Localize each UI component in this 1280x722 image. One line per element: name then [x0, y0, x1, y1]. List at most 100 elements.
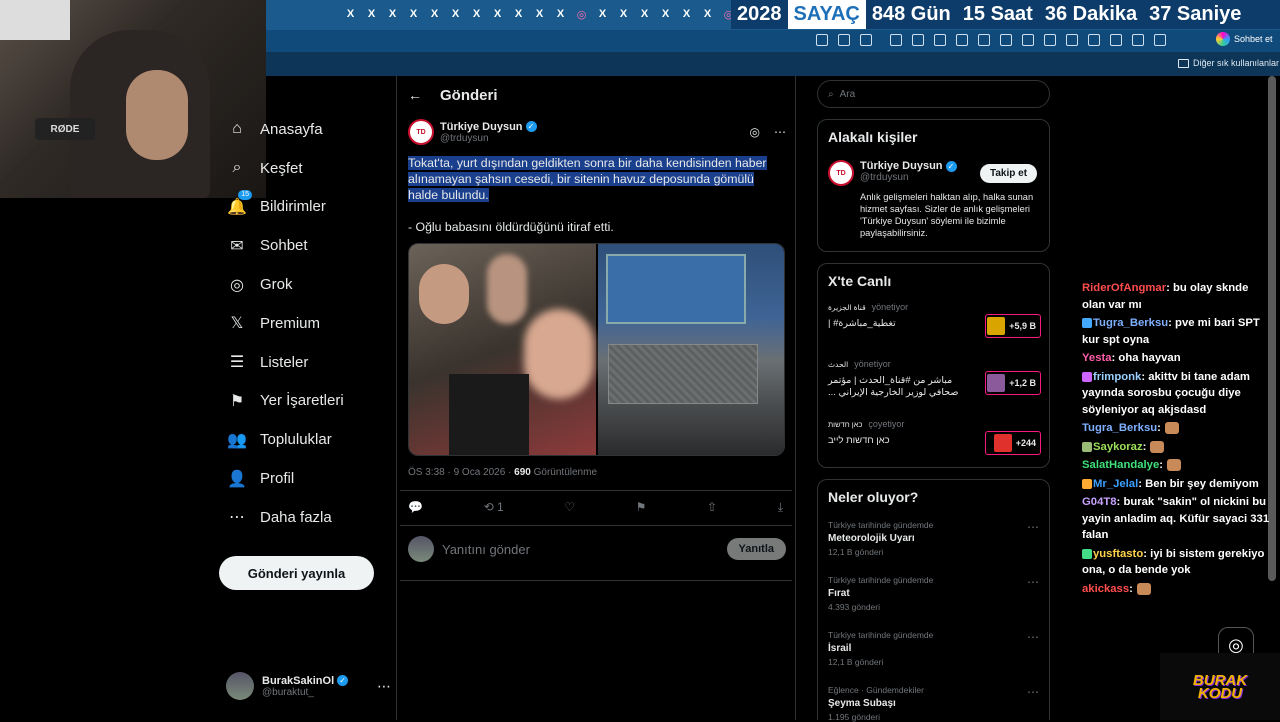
follow-button[interactable]: Takip et — [980, 164, 1038, 183]
share-icon[interactable]: ⇧ — [707, 500, 717, 515]
browser-tab[interactable]: X — [404, 4, 424, 24]
author-name[interactable]: Türkiye Duysun — [440, 121, 523, 133]
browser-tab[interactable]: ◎ — [572, 4, 592, 24]
nav-item-10[interactable]: ⋯ Daha fazla — [218, 498, 388, 537]
live-item[interactable]: כאן חדשות çoyetiyor כאן חדשות לייב +244 — [828, 419, 1041, 469]
toolbar-icon[interactable] — [934, 34, 946, 46]
nav-item-4[interactable]: ◎ Grok — [218, 265, 388, 304]
nav-item-6[interactable]: ☰ Listeler — [218, 343, 388, 382]
chat-username[interactable]: Tugra_Berksu — [1093, 317, 1168, 329]
chat-username[interactable]: Saykoraz — [1093, 441, 1143, 453]
nav-item-2[interactable]: 🔔 15 Bildirimler — [218, 188, 388, 227]
chat-separator: : — [1129, 582, 1133, 595]
browser-tab[interactable]: X — [362, 4, 382, 24]
toolbar-icon[interactable] — [1066, 34, 1078, 46]
copilot-chat-button[interactable]: Sohbet et — [1216, 32, 1273, 46]
toolbar-icon[interactable] — [956, 34, 968, 46]
toolbar-icon[interactable] — [1088, 34, 1100, 46]
nav-item-3[interactable]: ✉ Sohbet — [218, 226, 388, 265]
toolbar-icon[interactable] — [1022, 34, 1034, 46]
reply-input[interactable]: Yanıtını gönder — [442, 542, 530, 557]
counter-hours: 15 Saat — [962, 3, 1033, 25]
more-options-icon[interactable]: ⋯ — [774, 125, 786, 139]
toolbar-icon[interactable] — [860, 34, 872, 46]
trend-item[interactable]: Eğlence · Gündemdekiler Şeyma Subaşı 1.195… — [828, 685, 1038, 722]
other-bookmarks[interactable]: Diğer sık kullanılanlar — [1178, 58, 1279, 68]
more-icon[interactable]: ⋯ — [1027, 520, 1039, 534]
reply-icon[interactable]: 💬 — [408, 500, 423, 515]
nav-icon: ☰ — [229, 354, 245, 372]
toolbar-icon[interactable] — [1154, 34, 1166, 46]
live-item[interactable]: قناة الجزيرة yönetiyor تغطية_مباشرة# | +5,9… — [828, 302, 1041, 352]
browser-tab[interactable]: X — [467, 4, 487, 24]
browser-tab[interactable]: X — [614, 4, 634, 24]
live-thumbnail — [993, 434, 1012, 452]
browser-tab[interactable]: X — [593, 4, 613, 24]
toolbar-icon[interactable] — [838, 34, 850, 46]
account-switcher[interactable]: BurakSakinOl ✓ @buraktut_ ⋯ — [226, 672, 391, 700]
browser-tab[interactable]: X — [698, 4, 718, 24]
back-arrow-icon[interactable]: ← — [408, 87, 422, 103]
live-source: الحدث yönetiyor — [828, 359, 1041, 369]
live-title-text: تغطية_مباشرة# | — [828, 318, 896, 329]
like-icon[interactable]: ♡ — [564, 500, 575, 515]
related-bio: Anlık gelişmeleri halktan alıp, halka su… — [860, 192, 1034, 238]
chat-username[interactable]: yusftasto — [1093, 548, 1143, 560]
nav-item-0[interactable]: ⌂ Anasayfa — [218, 110, 388, 149]
chat-username[interactable]: akickass — [1082, 583, 1129, 595]
live-item[interactable]: الحدث yönetiyor مباشر من #قناة_الحدث | مؤت… — [828, 359, 1041, 409]
post-image-left[interactable] — [409, 244, 596, 455]
toolbar-icon[interactable] — [1000, 34, 1012, 46]
nav-item-7[interactable]: ⚑ Yer İşaretleri — [218, 382, 388, 421]
trend-item[interactable]: Türkiye tarihinde gündemde Meteorolojik U… — [828, 520, 1038, 557]
browser-tab[interactable]: X — [446, 4, 466, 24]
post-button[interactable]: Gönderi yayınla — [219, 556, 374, 590]
browser-tab[interactable]: X — [488, 4, 508, 24]
browser-tab[interactable]: X — [635, 4, 655, 24]
chat-username[interactable]: SalatHandalye — [1082, 459, 1159, 471]
chat-username[interactable]: G04T8 — [1082, 496, 1117, 508]
chat-username[interactable]: Tugra_Berksu — [1082, 422, 1157, 434]
post-image-right[interactable] — [598, 244, 784, 455]
toolbar-icon[interactable] — [1044, 34, 1056, 46]
post-media — [408, 243, 785, 456]
chat-username[interactable]: RiderOfAngmar — [1082, 282, 1166, 294]
chat-username[interactable]: frimponk — [1093, 371, 1141, 383]
bookmark-icon[interactable]: ⚑ — [636, 500, 647, 515]
chat-username[interactable]: Mr_Jelal — [1093, 478, 1138, 490]
toolbar-icon[interactable] — [890, 34, 902, 46]
toolbar-icon[interactable] — [978, 34, 990, 46]
trend-item[interactable]: Türkiye tarihinde gündemde İsrail 12,1 B g… — [828, 630, 1038, 667]
browser-tab[interactable]: X — [551, 4, 571, 24]
toolbar-icon[interactable] — [1132, 34, 1144, 46]
live-count: +1,2 B — [1009, 378, 1036, 388]
nav-label: Premium — [260, 314, 321, 332]
browser-tab[interactable]: X — [530, 4, 550, 24]
browser-tab[interactable]: X — [341, 4, 361, 24]
browser-tab[interactable]: X — [656, 4, 676, 24]
browser-tab[interactable]: X — [425, 4, 445, 24]
reply-submit-button[interactable]: Yanıtla — [726, 538, 786, 560]
related-avatar[interactable]: TD — [828, 160, 854, 186]
toolbar-icon[interactable] — [816, 34, 828, 46]
nav-item-1[interactable]: ⌕ Keşfet — [218, 149, 388, 188]
browser-tab[interactable]: X — [383, 4, 403, 24]
browser-tab[interactable]: X — [509, 4, 529, 24]
browser-tab[interactable]: X — [677, 4, 697, 24]
more-icon[interactable]: ⋯ — [1027, 630, 1039, 644]
toolbar-icon[interactable] — [912, 34, 924, 46]
related-name[interactable]: Türkiye Duysun — [860, 160, 943, 172]
grok-icon[interactable]: ◎ — [750, 125, 760, 139]
more-icon[interactable]: ⋯ — [1027, 575, 1039, 589]
more-icon[interactable]: ⋯ — [1027, 685, 1039, 699]
toolbar-icon[interactable] — [1110, 34, 1122, 46]
nav-item-8[interactable]: 👥 Topluluklar — [218, 420, 388, 459]
chat-username[interactable]: Yesta — [1082, 352, 1112, 364]
nav-item-5[interactable]: 𝕏 Premium — [218, 304, 388, 343]
search-input[interactable]: ⌕ Ara — [817, 80, 1050, 108]
nav-item-9[interactable]: 👤 Profil — [218, 459, 388, 498]
trend-item[interactable]: Türkiye tarihinde gündemde Fırat 4.393 gön… — [828, 575, 1038, 612]
author-avatar[interactable]: TD — [408, 119, 434, 145]
retweet-button[interactable]: ⟲ 1 — [484, 500, 504, 515]
download-icon[interactable]: ⤓ — [778, 500, 783, 515]
